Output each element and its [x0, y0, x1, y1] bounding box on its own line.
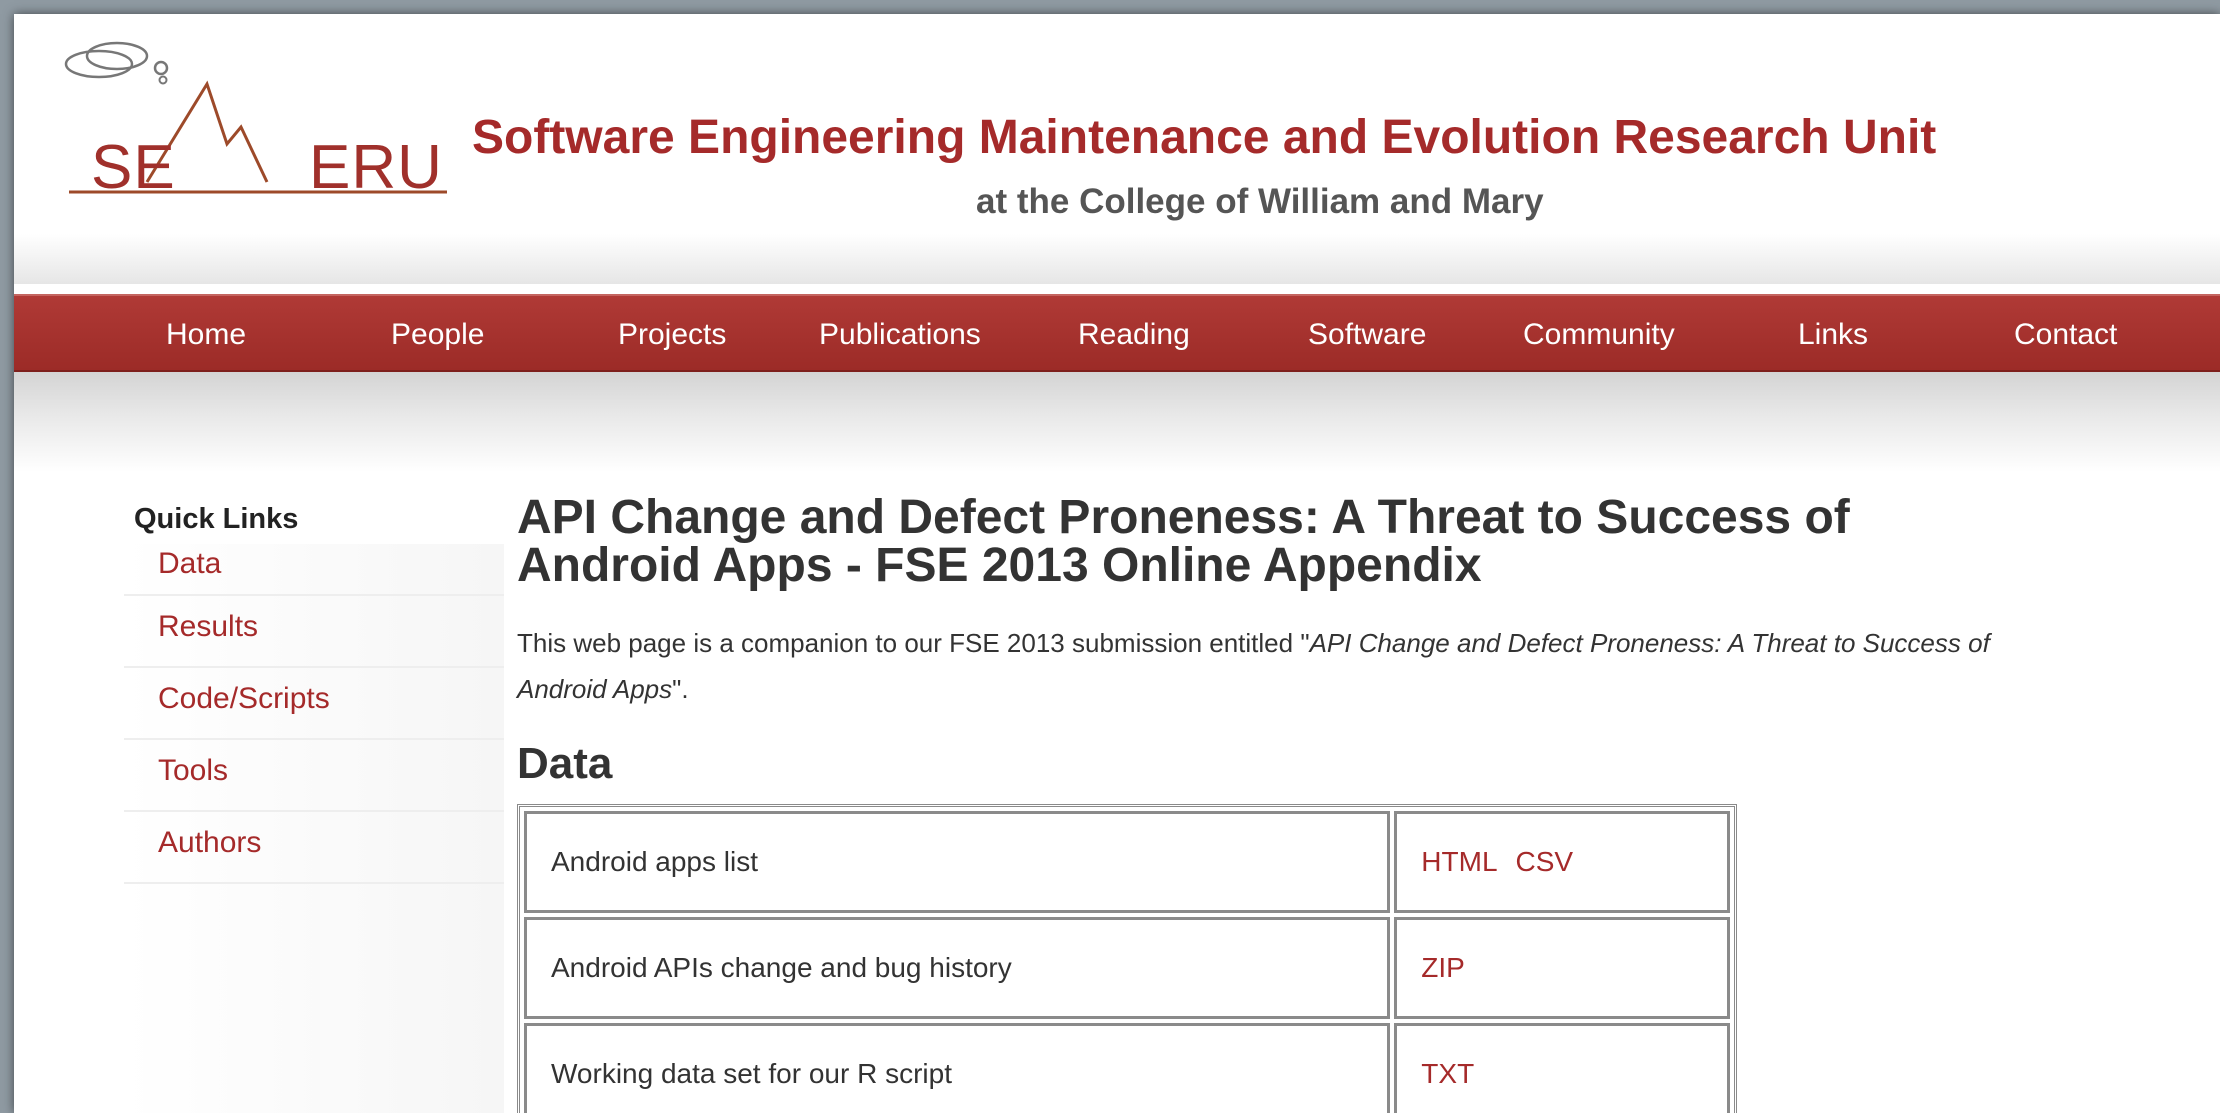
table-cell-links: ZIP: [1394, 917, 1730, 1019]
table-cell-links: TXT: [1394, 1023, 1730, 1113]
site-title: Software Engineering Maintenance and Evo…: [472, 111, 1937, 164]
browser-page: SE ERU Software Engineering Maintenance …: [14, 14, 2220, 1113]
sidebar-filler: [124, 884, 504, 1113]
site-header: SE ERU Software Engineering Maintenance …: [14, 14, 2220, 284]
sidebar-link-results[interactable]: Results: [158, 610, 258, 643]
nav-contact[interactable]: Contact: [2014, 318, 2117, 352]
zip-download-link[interactable]: ZIP: [1421, 952, 1465, 983]
nav-links[interactable]: Links: [1798, 318, 1868, 352]
nav-community[interactable]: Community: [1523, 318, 1675, 352]
sidebar-item-results: Results: [124, 596, 504, 668]
quick-links-sidebar: Quick Links Data Results Code/Scripts To…: [124, 494, 504, 1113]
sidebar-title: Quick Links: [134, 503, 299, 535]
sidebar-list: Data Results Code/Scripts Tools Authors: [124, 544, 504, 884]
sidebar-item-authors: Authors: [124, 812, 504, 884]
seeru-logo[interactable]: SE ERU: [59, 32, 459, 202]
logo-text-right: ERU: [309, 133, 443, 202]
table-row: Android APIs change and bug history ZIP: [524, 917, 1730, 1019]
intro-text-after: ".: [672, 674, 689, 704]
table-cell-description: Android APIs change and bug history: [524, 917, 1391, 1019]
txt-download-link[interactable]: TXT: [1421, 1058, 1474, 1089]
table-cell-links: HTML CSV: [1394, 811, 1730, 913]
nav-reading[interactable]: Reading: [1078, 318, 1190, 352]
sidebar-item-code-scripts: Code/Scripts: [124, 668, 504, 740]
page-title: API Change and Defect Proneness: A Threa…: [517, 491, 1850, 592]
logo-text-left: SE: [91, 133, 176, 202]
table-cell-description: Working data set for our R script: [524, 1023, 1391, 1113]
intro-text-before: This web page is a companion to our FSE …: [517, 628, 1310, 658]
main-nav: Home People Projects Publications Readin…: [14, 294, 2220, 372]
table-cell-description: Android apps list: [524, 811, 1391, 913]
section-title-data: Data: [517, 739, 613, 788]
nav-people[interactable]: People: [391, 318, 484, 352]
site-subtitle: at the College of William and Mary: [976, 182, 1544, 221]
nav-home[interactable]: Home: [166, 318, 246, 352]
sidebar-link-data[interactable]: Data: [158, 547, 221, 580]
main-content: API Change and Defect Proneness: A Threa…: [517, 494, 2077, 1113]
sidebar-item-data: Data: [124, 544, 504, 596]
csv-download-link[interactable]: CSV: [1516, 846, 1574, 877]
data-table: Android apps list HTML CSV Android APIs c…: [517, 804, 1737, 1113]
nav-software[interactable]: Software: [1308, 318, 1426, 352]
table-row: Working data set for our R script TXT: [524, 1023, 1730, 1113]
nav-shadow: [14, 372, 2220, 472]
sidebar-link-tools[interactable]: Tools: [158, 754, 228, 787]
sidebar-item-tools: Tools: [124, 740, 504, 812]
html-download-link[interactable]: HTML: [1421, 846, 1497, 877]
nav-publications[interactable]: Publications: [819, 318, 981, 352]
intro-paragraph: This web page is a companion to our FSE …: [517, 620, 2057, 712]
sidebar-link-authors[interactable]: Authors: [158, 826, 261, 859]
table-row: Android apps list HTML CSV: [524, 811, 1730, 913]
nav-projects[interactable]: Projects: [618, 318, 726, 352]
sidebar-link-code-scripts[interactable]: Code/Scripts: [158, 682, 330, 715]
